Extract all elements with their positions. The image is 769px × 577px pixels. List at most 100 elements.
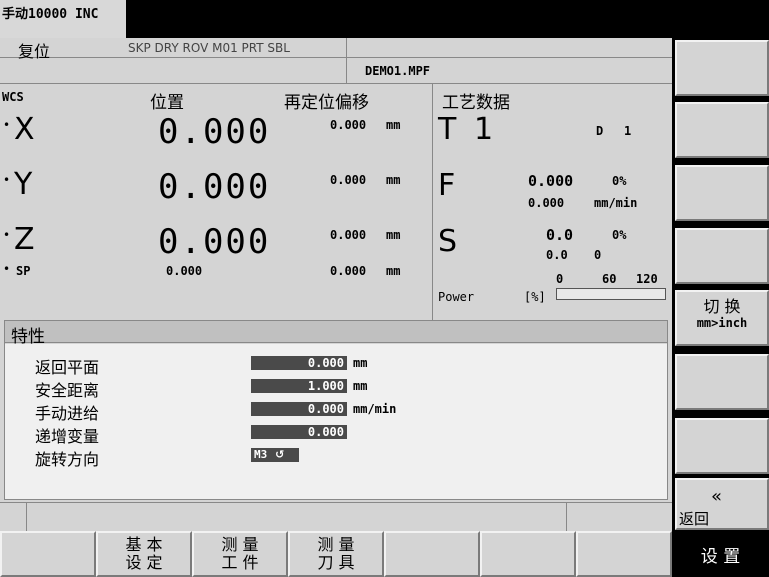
power-tick-60: 60 <box>602 272 617 286</box>
axis-marker: • <box>3 173 11 187</box>
spindle-row: • SP 0.000 0.000 mm <box>0 262 430 282</box>
prop-label: 返回平面 <box>35 358 100 377</box>
axis-name: Z <box>14 222 35 257</box>
feed-letter: F <box>438 168 456 203</box>
vsk-1-button[interactable] <box>675 40 769 96</box>
settings-button[interactable]: 设 置 <box>672 531 769 577</box>
basic-settings-line1: 基 本 <box>125 535 163 554</box>
mode-title: 手动10000 INC <box>0 0 126 38</box>
properties-panel: 特性 返回平面 0.000 mm 安全距离 1.000 mm 手动进给 0.00… <box>4 320 668 500</box>
spindle-setpoint: 0.0 <box>546 248 568 262</box>
main-panel: 复位 SKP DRY ROV M01 PRT SBL DEMO1.MPF WCS… <box>0 38 672 532</box>
measure-tool-line1: 测 量 <box>317 535 355 554</box>
settings-label: 设 置 <box>700 547 741 567</box>
spindle-name: SP <box>16 264 31 278</box>
rotation-ccw-icon: ↺ <box>275 448 285 461</box>
spindle-offset: 0.000 <box>330 264 367 278</box>
prop-label: 递增变量 <box>35 427 100 446</box>
prop-label: 旋转方向 <box>35 450 100 469</box>
axis-offset: 0.000 <box>330 173 367 187</box>
axis-marker: • <box>3 262 11 276</box>
axis-unit: mm <box>386 118 401 132</box>
hsk-1-button[interactable] <box>0 531 96 577</box>
axis-position: 0.000 <box>158 167 271 207</box>
manual-feed-field[interactable]: 0.000 <box>251 402 347 416</box>
program-flags: SKP DRY ROV M01 PRT SBL <box>128 41 290 55</box>
tech-data-header: 工艺数据 <box>442 93 510 113</box>
hsk-7-button[interactable] <box>576 531 672 577</box>
feed-override: 0% <box>612 174 627 188</box>
power-tick-120: 120 <box>636 272 658 286</box>
prop-row-safety-distance: 安全距离 1.000 mm <box>35 377 655 400</box>
spindle-actual: 0.0 <box>546 226 574 244</box>
axis-row-y: • Y 0.000 0.000 mm <box>0 165 430 219</box>
program-name: DEMO1.MPF <box>365 64 431 78</box>
tool-number: 1 <box>474 112 494 147</box>
power-bar <box>556 288 666 300</box>
axis-position: 0.000 <box>158 112 271 152</box>
d-value: 1 <box>624 124 632 138</box>
msg-divider <box>26 503 27 532</box>
hsk-5-button[interactable] <box>384 531 480 577</box>
axis-position: 0.000 <box>158 222 271 262</box>
axis-marker: • <box>3 118 11 132</box>
status-right <box>346 38 672 58</box>
axis-marker: • <box>3 228 11 242</box>
panel-divider <box>432 84 433 320</box>
prop-unit: mm/min <box>353 402 397 416</box>
prop-label: 手动进给 <box>35 404 100 423</box>
properties-title-bar: 特性 <box>5 321 667 347</box>
axis-row-x: • X 0.000 0.000 mm <box>0 110 430 164</box>
measure-workpiece-line2: 工 件 <box>221 553 259 572</box>
rotation-direction-select[interactable]: M3 ↺ <box>251 448 299 462</box>
switch-label: 切 换 <box>703 297 741 316</box>
power-tick-0: 0 <box>556 272 564 286</box>
axis-unit: mm <box>386 173 401 187</box>
program-name-box: DEMO1.MPF <box>346 58 672 84</box>
axis-name: X <box>14 112 35 147</box>
safety-distance-field[interactable]: 1.000 <box>251 379 347 393</box>
vsk-4-button[interactable] <box>675 228 769 284</box>
increment-field[interactable]: 0.000 <box>251 425 347 439</box>
retract-plane-field[interactable]: 0.000 <box>251 356 347 370</box>
properties-body: 返回平面 0.000 mm 安全距离 1.000 mm 手动进给 0.000 m… <box>5 344 667 499</box>
spindle-extra: 0 <box>594 248 602 262</box>
back-button[interactable]: « 返回 <box>675 478 769 530</box>
switch-mm-inch-button[interactable]: 切 换 mm>inch <box>675 290 769 346</box>
status-left-lower <box>0 58 346 84</box>
measure-workpiece-button[interactable]: 测 量 工 件 <box>192 531 288 577</box>
prop-row-retract-plane: 返回平面 0.000 mm <box>35 354 655 377</box>
wcs-label: WCS <box>2 90 24 104</box>
prop-row-increment: 递增变量 0.000 <box>35 423 655 446</box>
power-label: Power <box>438 290 475 304</box>
spindle-position: 0.000 <box>166 264 203 278</box>
axis-unit: mm <box>386 228 401 242</box>
measure-tool-button[interactable]: 测 量 刀 具 <box>288 531 384 577</box>
vsk-2-button[interactable] <box>675 102 769 158</box>
prop-row-manual-feed: 手动进给 0.000 mm/min <box>35 400 655 423</box>
top-bar <box>126 0 769 38</box>
basic-settings-button[interactable]: 基 本 设 定 <box>96 531 192 577</box>
tool-letter: T <box>438 112 457 147</box>
back-label: 返回 <box>679 510 710 528</box>
prop-label: 安全距离 <box>35 381 100 400</box>
switch-unit-label: mm>inch <box>696 316 748 330</box>
hsk-6-button[interactable] <box>480 531 576 577</box>
measure-workpiece-line1: 测 量 <box>221 535 259 554</box>
vsk-7-button[interactable] <box>675 418 769 474</box>
vsk-3-button[interactable] <box>675 165 769 221</box>
spindle-unit: mm <box>386 264 401 278</box>
back-arrow-icon: « <box>711 486 723 507</box>
vsk-6-button[interactable] <box>675 354 769 410</box>
basic-settings-line2: 设 定 <box>125 553 163 572</box>
axis-name: Y <box>14 167 33 202</box>
feed-actual: 0.000 <box>528 172 574 190</box>
feed-unit: mm/min <box>594 196 638 210</box>
feed-setpoint: 0.000 <box>528 196 565 210</box>
status-row: 复位 SKP DRY ROV M01 PRT SBL <box>0 38 346 61</box>
prop-row-rotation-direction: 旋转方向 M3 ↺ <box>35 446 655 469</box>
measure-tool-line2: 刀 具 <box>317 553 355 572</box>
power-unit: [%] <box>524 290 546 304</box>
spindle-letter: S <box>438 224 458 259</box>
prop-unit: mm <box>353 379 368 393</box>
